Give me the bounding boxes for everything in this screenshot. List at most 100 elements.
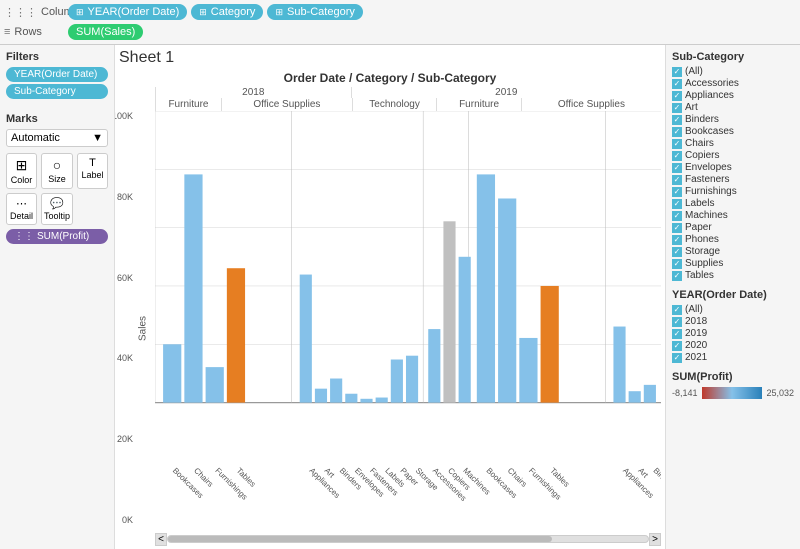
checkbox-icon: [672, 115, 682, 125]
toolbar: ⋮⋮⋮ Columns ⊞ YEAR(Order Date) ⊞ Categor…: [0, 0, 800, 45]
tooltip-mark-btn[interactable]: 💬 Tooltip: [41, 193, 73, 225]
subcat-item[interactable]: Tables: [672, 270, 794, 281]
svg-text:Binders: Binders: [651, 466, 661, 491]
bar-bookcases-2018: [163, 344, 181, 402]
columns-icon: ⋮⋮⋮: [4, 6, 37, 19]
subcategory-items-list: (All)AccessoriesAppliancesArtBindersBook…: [672, 66, 794, 281]
size-mark-btn[interactable]: ○ Size: [41, 153, 73, 189]
subcat-item[interactable]: Chairs: [672, 138, 794, 149]
subcat-item[interactable]: Furnishings: [672, 186, 794, 197]
subcat-item[interactable]: Paper: [672, 222, 794, 233]
detail-mark-btn[interactable]: ⋯ Detail: [6, 193, 37, 225]
year-item[interactable]: 2019: [672, 328, 794, 339]
profit-min-label: -8,141: [672, 388, 698, 398]
bar-accessories-2018: [428, 329, 440, 403]
checkbox-icon: [672, 235, 682, 245]
filter-year[interactable]: YEAR(Order Date): [6, 67, 108, 82]
chart-area: Sheet 1 Order Date / Category / Sub-Cate…: [115, 45, 665, 549]
year-2019-label: 2019: [351, 87, 661, 98]
bar-chairs-2019: [498, 198, 516, 402]
subcat-item[interactable]: Accessories: [672, 78, 794, 89]
subcat-item[interactable]: (All): [672, 66, 794, 77]
dots-icon: ⋮⋮: [14, 231, 34, 242]
subcat-item[interactable]: Machines: [672, 210, 794, 221]
subcat-item[interactable]: Labels: [672, 198, 794, 209]
filter-subcategory[interactable]: Sub-Category: [6, 84, 108, 99]
marks-title: Marks: [6, 113, 108, 125]
subcat-item[interactable]: Fasteners: [672, 174, 794, 185]
chart-container: Order Date / Category / Sub-Category 201…: [119, 71, 661, 545]
subcat-label: Binders: [685, 114, 719, 125]
subcat-item[interactable]: Phones: [672, 234, 794, 245]
year-label: (All): [685, 304, 703, 315]
subcategory-legend-title: Sub-Category: [672, 51, 794, 63]
cat-office-1: Office Supplies: [221, 98, 352, 111]
marks-section: Marks Automatic ▼ ⊞ Color ○ Size T: [6, 113, 108, 244]
subcat-item[interactable]: Bookcases: [672, 126, 794, 137]
scroll-right-btn[interactable]: >: [649, 533, 661, 546]
subcat-item[interactable]: Storage: [672, 246, 794, 257]
dim-icon-3: ⊞: [275, 7, 283, 18]
subcategory-legend: Sub-Category (All)AccessoriesAppliancesA…: [672, 51, 794, 281]
category-pill[interactable]: ⊞ Category: [191, 4, 263, 20]
subcat-item[interactable]: Envelopes: [672, 162, 794, 173]
subcat-label: Labels: [685, 198, 714, 209]
year-item[interactable]: (All): [672, 304, 794, 315]
subcat-label: Fasteners: [685, 174, 729, 185]
y-axis-label: Sales: [135, 111, 151, 545]
subcat-item[interactable]: Appliances: [672, 90, 794, 101]
toolbar-columns-row: ⋮⋮⋮ Columns ⊞ YEAR(Order Date) ⊞ Categor…: [4, 2, 796, 22]
subcat-label: Appliances: [685, 90, 734, 101]
checkbox-icon: [672, 79, 682, 89]
checkbox-icon: [672, 247, 682, 257]
sum-sales-pill[interactable]: SUM(Sales): [68, 24, 143, 40]
chart-axis-title: Order Date / Category / Sub-Category: [119, 71, 661, 85]
year-item[interactable]: 2018: [672, 316, 794, 327]
subcat-item[interactable]: Art: [672, 102, 794, 113]
sum-profit-badge[interactable]: ⋮⋮ SUM(Profit): [6, 229, 108, 244]
dim-icon: ⊞: [76, 7, 84, 18]
subcat-label: Machines: [685, 210, 728, 221]
bar-chairs-2018: [184, 174, 202, 402]
bar-appliances-2019: [613, 327, 625, 403]
bar-machines-2018: [459, 257, 471, 403]
subcategory-pill[interactable]: ⊞ Sub-Category: [267, 4, 362, 20]
year-item[interactable]: 2020: [672, 340, 794, 351]
year-orderdate-pill[interactable]: ⊞ YEAR(Order Date): [68, 4, 187, 20]
rows-icon: ≡: [4, 26, 10, 38]
year-legend-title: YEAR(Order Date): [672, 289, 794, 301]
bar-copiers-2018: [443, 221, 455, 402]
columns-label: ⋮⋮⋮ Columns: [4, 6, 64, 19]
checkbox-icon: [672, 223, 682, 233]
bar-tables-2019: [541, 286, 559, 403]
bar-furnishings-2019: [519, 338, 537, 403]
scroll-left-btn[interactable]: <: [155, 533, 167, 546]
marks-type-dropdown[interactable]: Automatic ▼: [6, 129, 108, 147]
label-mark-btn[interactable]: T Label: [77, 153, 108, 189]
toolbar-rows-row: ≡ Rows SUM(Sales): [4, 22, 796, 42]
chart-svg: [155, 111, 661, 466]
subcat-label: Supplies: [685, 258, 723, 269]
year-item[interactable]: 2021: [672, 352, 794, 363]
year-2018-label: 2018: [155, 87, 351, 98]
scrollbar-thumb: [168, 536, 552, 542]
subcat-item[interactable]: Supplies: [672, 258, 794, 269]
subcat-label: Accessories: [685, 78, 739, 89]
marks-buttons: ⊞ Color ○ Size T Label ⋯ Detail: [6, 153, 108, 225]
app-container: ⋮⋮⋮ Columns ⊞ YEAR(Order Date) ⊞ Categor…: [0, 0, 800, 549]
checkbox-icon: [672, 211, 682, 221]
subcat-item[interactable]: Binders: [672, 114, 794, 125]
checkbox-icon: [672, 103, 682, 113]
color-mark-btn[interactable]: ⊞ Color: [6, 153, 37, 189]
y-axis-container: 100K 80K 60K 40K 20K 0K Sales: [119, 111, 155, 545]
scrollbar-track[interactable]: [167, 535, 649, 543]
cat-furniture-1: Furniture: [155, 98, 221, 111]
subcat-item[interactable]: Copiers: [672, 150, 794, 161]
cat-furniture-2: Furniture: [436, 98, 521, 111]
checkbox-icon: [672, 329, 682, 339]
checkbox-icon: [672, 199, 682, 209]
profit-legend-title: SUM(Profit): [672, 371, 794, 383]
bars-container: Bookcases Chairs Furnishings Tables Appl…: [155, 111, 661, 545]
cat-office-2: Office Supplies: [521, 98, 661, 111]
checkbox-icon: [672, 127, 682, 137]
